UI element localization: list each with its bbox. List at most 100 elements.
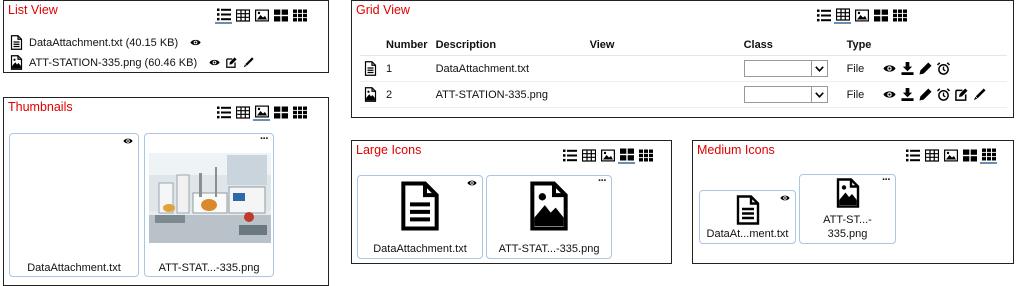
- thumbnails-title: Thumbnails: [8, 100, 73, 114]
- view-switcher: [904, 146, 997, 164]
- class-select[interactable]: [743, 86, 828, 103]
- medium-icon-card[interactable]: DataAt...ment.txt: [699, 190, 796, 244]
- thumbnails-view-icon[interactable]: [253, 103, 270, 121]
- document-icon: [364, 61, 378, 76]
- list-item[interactable]: DataAttachment.txt (40.15 KB): [10, 35, 201, 50]
- document-icon: [400, 180, 440, 232]
- more-menu-icon[interactable]: ···: [882, 175, 891, 186]
- alarm-clock-icon[interactable]: [937, 88, 950, 101]
- thumbnails-view-icon[interactable]: [253, 6, 270, 24]
- column-header-description[interactable]: Description: [431, 35, 586, 56]
- pen-icon[interactable]: [973, 88, 986, 101]
- eye-icon[interactable]: [883, 88, 896, 101]
- column-header-number[interactable]: Number: [382, 35, 432, 56]
- medium-icon-card[interactable]: ··· ATT-ST...- 335.png: [799, 174, 896, 244]
- list-view-title: List View: [8, 3, 58, 17]
- grid-view-icon[interactable]: [923, 146, 940, 164]
- eye-icon[interactable]: [883, 62, 896, 75]
- thumbnail-card[interactable]: ··· ATT-STAT...-335.png: [144, 133, 274, 277]
- column-header-class[interactable]: Class: [739, 35, 843, 56]
- thumbnails-view-icon[interactable]: [942, 146, 959, 164]
- view-switcher: [561, 146, 654, 164]
- image-file-icon: [529, 180, 569, 232]
- row-description: DataAttachment.txt: [431, 55, 586, 82]
- large-icon-card[interactable]: ··· ATT-STAT...-335.png: [486, 175, 612, 259]
- grid-view-icon[interactable]: [834, 6, 851, 24]
- chevron-down-icon[interactable]: [810, 61, 827, 76]
- thumbnails-panel: Thumbnails DataAttachment.txt ··· ATT-ST…: [3, 97, 329, 286]
- thumbnails-view-icon[interactable]: [853, 6, 870, 24]
- attachments-table: Number Description View Class Type 1 Dat…: [360, 35, 1007, 108]
- table-row[interactable]: 2 ATT-STATION-335.png File: [360, 81, 1007, 108]
- image-file-icon: [364, 87, 378, 102]
- list-item[interactable]: ATT-STATION-335.png (60.46 KB): [10, 55, 254, 70]
- download-icon[interactable]: [901, 62, 914, 75]
- class-select[interactable]: [743, 60, 828, 77]
- chevron-down-icon[interactable]: [810, 87, 827, 102]
- large-icons-view-icon[interactable]: [872, 6, 889, 24]
- image-file-icon: [10, 55, 23, 70]
- medium-icons-view-icon[interactable]: [637, 146, 654, 164]
- pencil-icon[interactable]: [919, 62, 932, 75]
- large-icons-view-icon[interactable]: [961, 146, 978, 164]
- medium-icon-label: DataAt...ment.txt: [706, 228, 789, 240]
- list-view-icon[interactable]: [561, 146, 578, 164]
- medium-icon-label-line1: ATT-ST...-: [823, 214, 872, 226]
- row-type: File: [842, 55, 879, 82]
- medium-icons-view-icon[interactable]: [291, 103, 308, 121]
- list-view-icon[interactable]: [215, 103, 232, 121]
- pencil-icon[interactable]: [919, 88, 932, 101]
- list-view-panel: List View DataAttachment.txt (40.15 KB) …: [3, 0, 329, 73]
- table-row[interactable]: 1 DataAttachment.txt File: [360, 55, 1007, 82]
- list-item-label[interactable]: ATT-STATION-335.png (60.46 KB): [29, 57, 197, 69]
- medium-icons-view-icon[interactable]: [891, 6, 908, 24]
- thumbnails-view-icon[interactable]: [599, 146, 616, 164]
- grid-view-title: Grid View: [356, 3, 410, 17]
- row-description: ATT-STATION-335.png: [431, 81, 586, 108]
- thumbnail-label: ATT-STAT...-335.png: [158, 262, 260, 274]
- medium-icon-label-line2: 335.png: [827, 228, 868, 240]
- grid-view-icon[interactable]: [234, 103, 251, 121]
- alarm-clock-icon[interactable]: [937, 62, 950, 75]
- image-file-icon: [836, 178, 860, 208]
- list-item-label[interactable]: DataAttachment.txt (40.15 KB): [29, 37, 178, 49]
- document-icon: [736, 195, 760, 225]
- list-view-icon[interactable]: [815, 6, 832, 24]
- large-icon-card[interactable]: DataAttachment.txt: [357, 175, 483, 259]
- eye-icon[interactable]: [209, 57, 220, 68]
- medium-icons-panel: Medium Icons DataAt...ment.txt ··· ATT-S…: [692, 140, 1014, 264]
- download-icon[interactable]: [901, 88, 914, 101]
- large-icon-label: DataAttachment.txt: [373, 243, 467, 255]
- more-menu-icon[interactable]: ···: [260, 134, 269, 145]
- medium-icons-title: Medium Icons: [697, 143, 775, 157]
- grid-view-icon[interactable]: [580, 146, 597, 164]
- eye-icon[interactable]: [780, 194, 790, 202]
- lab-station-photo: [149, 153, 271, 243]
- column-header-view[interactable]: View: [585, 35, 740, 56]
- medium-icons-view-icon[interactable]: [980, 146, 997, 164]
- more-menu-icon[interactable]: ···: [598, 176, 607, 187]
- thumbnail-card[interactable]: DataAttachment.txt: [9, 133, 139, 277]
- list-view-icon[interactable]: [904, 146, 921, 164]
- view-switcher: [815, 6, 908, 24]
- eye-icon[interactable]: [123, 137, 133, 145]
- eye-icon[interactable]: [467, 179, 477, 187]
- large-icons-title: Large Icons: [356, 143, 422, 157]
- eye-icon[interactable]: [190, 37, 201, 48]
- edit-box-icon[interactable]: [226, 57, 237, 68]
- large-icons-view-icon[interactable]: [272, 103, 289, 121]
- column-header-type[interactable]: Type: [842, 35, 879, 56]
- document-icon: [10, 35, 23, 50]
- medium-icons-view-icon[interactable]: [291, 6, 308, 24]
- row-view: [585, 81, 740, 108]
- pen-icon[interactable]: [243, 57, 254, 68]
- table-header-row: Number Description View Class Type: [360, 35, 1007, 56]
- row-number: 1: [382, 55, 432, 82]
- large-icons-view-icon[interactable]: [272, 6, 289, 24]
- large-icons-panel: Large Icons DataAttachment.txt ··· ATT-S…: [351, 140, 672, 264]
- grid-view-icon[interactable]: [234, 6, 251, 24]
- edit-box-icon[interactable]: [955, 88, 968, 101]
- row-type: File: [842, 81, 879, 108]
- list-view-icon[interactable]: [215, 6, 232, 24]
- large-icons-view-icon[interactable]: [618, 146, 635, 164]
